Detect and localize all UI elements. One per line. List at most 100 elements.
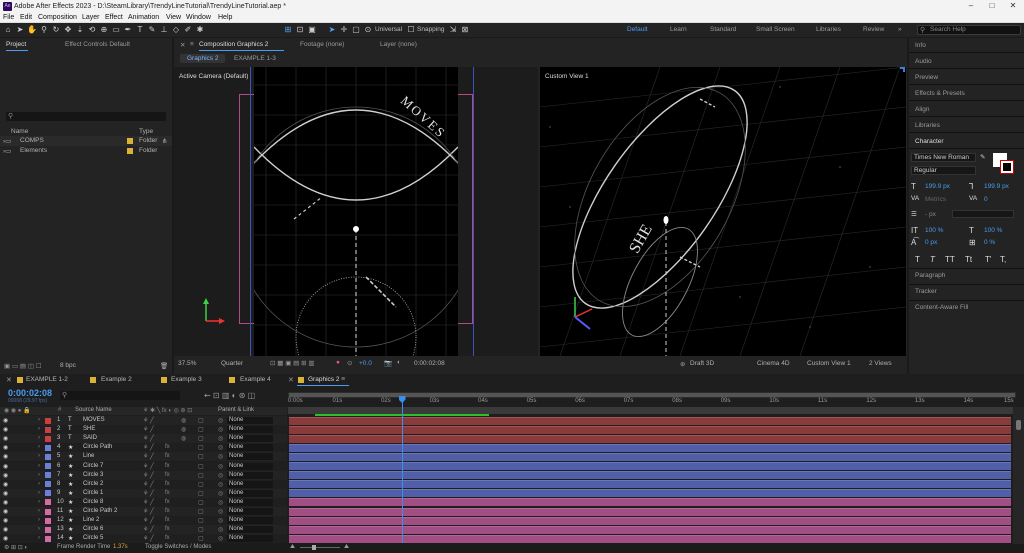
snap-icon[interactable]: ⇲: [448, 25, 458, 35]
layer-row[interactable]: ◉ › 4 ★ Circle Path ⚘ ╱ fx ▢ ◎ None: [0, 443, 287, 453]
eyedropper-icon[interactable]: ✎: [980, 153, 985, 161]
fx-switch-icon[interactable]: fx: [165, 463, 170, 469]
subscript-button[interactable]: T,: [1000, 255, 1006, 264]
visibility-eye-icon[interactable]: ◉: [3, 508, 8, 515]
layer-label-swatch[interactable]: [45, 472, 51, 479]
selection-tool-icon[interactable]: ➤: [15, 25, 25, 35]
panel-effects-presets[interactable]: Effects & Presets: [915, 90, 965, 97]
parent-dropdown[interactable]: None: [227, 426, 273, 434]
layer-label-swatch[interactable]: [45, 490, 51, 497]
layer-duration-bar[interactable]: [289, 462, 1011, 470]
layer-label-swatch[interactable]: [45, 417, 51, 424]
type-tool-icon[interactable]: T: [135, 25, 145, 35]
layer-label-swatch[interactable]: [45, 535, 51, 542]
layer-expand-chevron-icon[interactable]: ›: [38, 426, 40, 432]
visibility-eye-icon[interactable]: ◉: [3, 426, 8, 433]
layer-label-swatch[interactable]: [45, 481, 51, 488]
close-icon[interactable]: ✕: [180, 41, 185, 49]
move-tool-icon[interactable]: ➤: [327, 25, 337, 35]
layer-name[interactable]: Circle 1: [83, 490, 103, 496]
fx-switch-icon[interactable]: fx: [165, 508, 170, 514]
stroke-width-value[interactable]: - px: [925, 211, 936, 218]
channel-icon[interactable]: ●: [336, 359, 340, 366]
3d-layer-switch-icon[interactable]: ▢: [198, 472, 204, 479]
fx-switch-icon[interactable]: fx: [165, 444, 170, 450]
layer-row[interactable]: ◉ › 9 ★ Circle 1 ⚘ ╱ fx ▢ ◎ None: [0, 488, 287, 498]
3d-layer-switch-icon[interactable]: ▢: [198, 435, 204, 442]
current-time-indicator[interactable]: [401, 396, 403, 544]
layer-switch-icons[interactable]: ⚘ ╱: [143, 535, 154, 542]
panel-preview[interactable]: Preview: [915, 74, 938, 81]
rectangle-tool-icon[interactable]: ▭: [111, 25, 121, 35]
menu-composition[interactable]: Composition: [38, 14, 77, 21]
stroke-order-dropdown[interactable]: [952, 210, 1014, 218]
parent-dropdown[interactable]: None: [227, 417, 273, 424]
pick-whip-icon[interactable]: ◎: [218, 444, 223, 451]
panel-content-aware-fill[interactable]: Content-Aware Fill: [915, 304, 968, 311]
pick-whip-icon[interactable]: ◎: [218, 426, 223, 433]
visibility-eye-icon[interactable]: ◉: [3, 472, 8, 479]
snapping-checkbox[interactable]: ☐: [406, 25, 416, 35]
panel-paragraph[interactable]: Paragraph: [915, 272, 945, 279]
axis-mode-icon[interactable]: ⊞: [283, 25, 293, 35]
layer-duration-bar[interactable]: [289, 480, 1011, 489]
layer-expand-chevron-icon[interactable]: ›: [38, 499, 40, 505]
project-search-input[interactable]: [6, 112, 166, 121]
3d-layer-switch-icon[interactable]: ▢: [198, 453, 204, 460]
layer-switch-icons[interactable]: ⚘ ╱: [143, 417, 154, 424]
pick-whip-icon[interactable]: ◎: [218, 472, 223, 479]
layer-expand-chevron-icon[interactable]: ›: [38, 472, 40, 478]
close-button[interactable]: ✕: [1004, 1, 1022, 12]
universal-icon[interactable]: ⊙: [363, 25, 373, 35]
workspace-small-screen[interactable]: Small Screen: [756, 26, 795, 33]
label-color-swatch[interactable]: [127, 148, 133, 154]
layer-expand-chevron-icon[interactable]: ›: [38, 435, 40, 441]
orbit-tool-icon[interactable]: ↻: [51, 25, 61, 35]
visibility-eye-icon[interactable]: ◉: [3, 444, 8, 451]
parent-dropdown[interactable]: None: [227, 471, 273, 479]
3d-layer-switch-icon[interactable]: ▢: [198, 463, 204, 470]
snapshot-icon[interactable]: 📷: [384, 359, 392, 367]
layer-switch-icons[interactable]: ⚘ ╱: [143, 481, 154, 488]
panel-align[interactable]: Align: [915, 106, 929, 113]
layer-switch-icons[interactable]: ⚘ ╱: [143, 453, 154, 460]
menu-animation[interactable]: Animation: [128, 14, 159, 21]
parent-dropdown[interactable]: None: [227, 526, 273, 534]
fx-switch-icon[interactable]: fx: [165, 535, 170, 541]
zoom-tool-icon[interactable]: ⚲: [39, 25, 49, 35]
layer-name[interactable]: Line 2: [83, 517, 99, 523]
layer-duration-bar[interactable]: [289, 507, 1011, 516]
current-time-display[interactable]: 0:00:02:08: [8, 388, 52, 398]
small-caps-button[interactable]: Tt: [965, 255, 972, 264]
fx-switch-icon[interactable]: fx: [165, 472, 170, 478]
universal-label[interactable]: Universal: [375, 26, 402, 33]
snap-grid-icon[interactable]: ⊠: [460, 25, 470, 35]
tab-effect-controls[interactable]: Effect Controls Default: [65, 41, 130, 48]
layer-row[interactable]: ◉ › 14 ★ Circle 5 ⚘ ╱ fx ▢ ◎ None: [0, 534, 287, 544]
left-viewer[interactable]: MOVES: [254, 67, 458, 356]
layer-expand-chevron-icon[interactable]: ›: [38, 508, 40, 514]
layer-name[interactable]: Circle 6: [83, 526, 103, 532]
menu-layer[interactable]: Layer: [82, 14, 100, 21]
visibility-eye-icon[interactable]: ◉: [3, 535, 8, 542]
layer-name[interactable]: Circle 3: [83, 472, 103, 478]
tab-composition[interactable]: Composition Graphics 2: [199, 41, 268, 48]
layer-name[interactable]: Circle 5: [83, 535, 103, 541]
layer-duration-bar[interactable]: [289, 452, 1011, 461]
pick-whip-icon[interactable]: ◎: [218, 508, 223, 515]
maximize-button[interactable]: □: [983, 1, 1001, 12]
timeline-switch-icons[interactable]: ⇜ ⊡ ▥ ◐ ⊛ ◫: [204, 391, 255, 400]
layer-switch-icons[interactable]: ⚘ ╱: [143, 526, 154, 533]
layer-label-swatch[interactable]: [45, 453, 51, 460]
workspaces-overflow-icon[interactable]: »: [898, 26, 902, 33]
layer-duration-bar[interactable]: [289, 471, 1011, 480]
workspace-standard[interactable]: Standard: [710, 26, 736, 33]
layer-expand-chevron-icon[interactable]: ›: [38, 444, 40, 450]
layer-label-swatch[interactable]: [45, 463, 51, 469]
bpc-button[interactable]: 8 bpc: [60, 362, 76, 369]
layer-row[interactable]: ◉ › 8 ★ Circle 2 ⚘ ╱ fx ▢ ◎ None: [0, 479, 287, 489]
layer-expand-chevron-icon[interactable]: ›: [38, 535, 40, 541]
pick-whip-icon[interactable]: ◎: [218, 535, 223, 542]
parent-dropdown[interactable]: None: [227, 508, 273, 515]
layer-label-swatch[interactable]: [45, 426, 51, 433]
